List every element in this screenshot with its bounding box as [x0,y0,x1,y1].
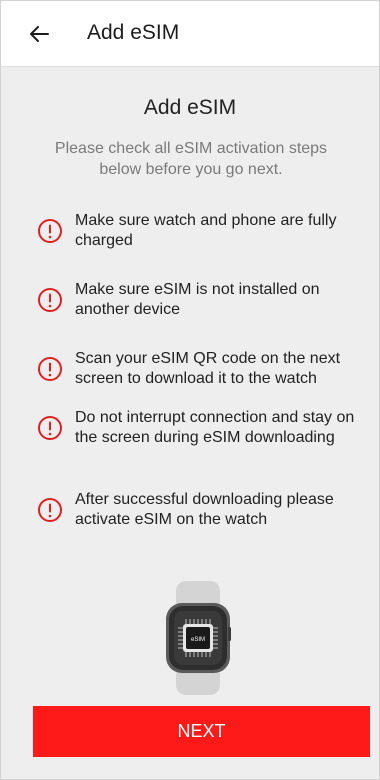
chip-label: eSIM [191,637,205,643]
exclamation-circle-icon [38,498,62,522]
exclamation-circle-icon [38,219,62,243]
back-button[interactable] [19,17,59,51]
step-text: Scan your eSIM QR code on the next scree… [75,350,341,387]
screen: Add eSIM Add eSIM Please check all eSIM … [0,0,380,780]
exclamation-circle-icon [38,416,62,440]
next-button[interactable]: NEXT [33,706,370,757]
step-item: After successful downloading please acti… [37,490,363,530]
step-item: Make sure eSIM is not installed on anoth… [37,280,363,320]
step-text: Do not interrupt connection and stay on … [75,409,355,446]
exclamation-circle-icon [38,288,62,312]
step-text: After successful downloading please acti… [75,491,334,528]
step-item: Scan your eSIM QR code on the next scree… [37,349,363,389]
exclamation-circle-icon [38,357,62,381]
app-bar-title: Add eSIM [87,21,180,44]
watch-esim-illustration: eSIM [166,581,231,695]
step-text: Make sure eSIM is not installed on anoth… [75,281,320,318]
arrow-left-icon [30,26,49,42]
step-item: Do not interrupt connection and stay on … [37,408,363,448]
step-text: Make sure watch and phone are fully char… [75,212,337,249]
step-item: Make sure watch and phone are fully char… [37,211,363,251]
app-bar: Add eSIM [1,1,379,67]
page-title: Add eSIM [143,96,237,119]
page-subtitle: Please check all eSIM activation steps b… [54,140,328,178]
